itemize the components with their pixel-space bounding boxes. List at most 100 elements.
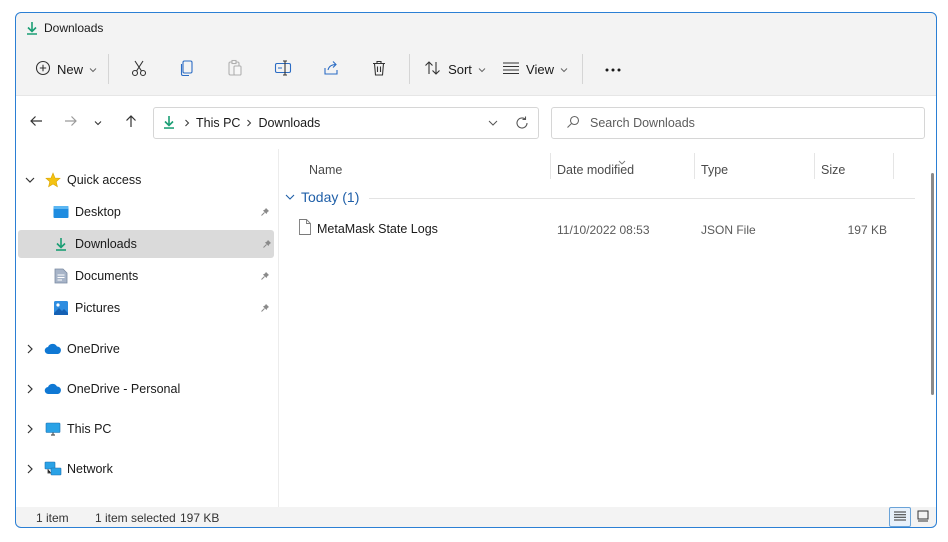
status-item-count: 1 item <box>36 511 69 525</box>
chevron-right-icon[interactable] <box>24 383 36 395</box>
file-name: MetaMask State Logs <box>317 222 438 236</box>
sidebar-item-onedrive-personal[interactable]: OneDrive - Personal <box>16 375 278 403</box>
chevron-right-icon[interactable] <box>24 343 36 355</box>
details-view-icon <box>894 510 906 524</box>
star-icon <box>44 171 62 189</box>
title-bar: Downloads <box>16 13 936 43</box>
column-header-type[interactable]: Type <box>701 163 728 177</box>
network-icon <box>44 460 62 478</box>
arrow-up-icon <box>124 114 138 131</box>
chevron-right-icon[interactable] <box>24 463 36 475</box>
sidebar-item-label: Documents <box>75 269 139 283</box>
new-button-label: New <box>56 61 83 77</box>
vertical-scrollbar[interactable] <box>931 173 934 395</box>
chevron-right-icon <box>246 119 252 127</box>
column-divider[interactable] <box>893 153 894 179</box>
sidebar-item-desktop[interactable]: Desktop <box>16 198 278 226</box>
breadcrumb-this-pc[interactable]: This PC <box>196 116 240 130</box>
sidebar-item-quick-access[interactable]: Quick access <box>16 166 278 194</box>
sidebar-item-documents[interactable]: Documents <box>16 262 278 290</box>
status-selected-count: 1 item selected <box>95 511 176 525</box>
address-history-button[interactable] <box>488 116 498 130</box>
column-header-name[interactable]: Name <box>309 163 342 177</box>
command-separator <box>409 54 410 84</box>
breadcrumb-downloads[interactable]: Downloads <box>258 116 320 130</box>
sidebar-item-label: OneDrive - Personal <box>67 382 181 396</box>
download-arrow-icon <box>52 235 70 253</box>
chevron-down-icon <box>488 116 498 130</box>
file-date-modified: 11/10/2022 08:53 <box>557 223 650 237</box>
address-bar[interactable]: This PC Downloads <box>153 107 539 139</box>
cut-button[interactable] <box>115 51 163 87</box>
rename-icon <box>274 59 292 80</box>
recent-locations-button[interactable] <box>88 107 108 137</box>
sidebar-item-label: Network <box>67 462 113 476</box>
file-type: JSON File <box>701 223 756 237</box>
sidebar-item-label: This PC <box>67 422 112 436</box>
download-arrow-icon <box>162 115 176 132</box>
share-button[interactable] <box>307 51 355 87</box>
sidebar-item-label: Pictures <box>75 301 121 315</box>
up-button[interactable] <box>117 107 145 137</box>
command-bar: New Sort View <box>16 43 936 95</box>
window-title: Downloads <box>44 21 104 35</box>
sidebar-item-network[interactable]: Network <box>16 455 278 483</box>
arrow-right-icon <box>64 114 78 131</box>
navigation-pane: Quick access Desktop Downloads Documents… <box>16 149 278 507</box>
column-divider[interactable] <box>550 153 551 179</box>
large-icons-view-button[interactable] <box>912 507 934 527</box>
desktop-folder-icon <box>52 203 70 221</box>
view-button[interactable]: View <box>494 51 576 87</box>
pin-icon[interactable] <box>262 238 272 252</box>
paste-icon <box>226 59 244 80</box>
sidebar-item-onedrive[interactable]: OneDrive <box>16 335 278 363</box>
sort-button[interactable]: Sort <box>416 51 494 87</box>
more-icon <box>604 62 622 76</box>
sidebar-item-label: Downloads <box>75 237 137 251</box>
column-divider[interactable] <box>694 153 695 179</box>
group-label: Today (1) <box>301 189 360 205</box>
picture-icon <box>52 299 70 317</box>
command-separator <box>108 54 109 84</box>
content-area: Quick access Desktop Downloads Documents… <box>16 149 936 507</box>
column-header-size[interactable]: Size <box>821 163 845 177</box>
sidebar-item-downloads[interactable]: Downloads <box>18 230 274 258</box>
chevron-down-icon <box>560 62 568 76</box>
cloud-icon <box>44 380 62 398</box>
forward-button[interactable] <box>57 107 85 137</box>
pin-icon[interactable] <box>260 270 270 284</box>
new-button[interactable]: New <box>30 51 102 87</box>
details-view-button[interactable] <box>889 507 911 527</box>
column-divider[interactable] <box>814 153 815 179</box>
add-circle-icon <box>35 60 51 79</box>
file-row[interactable]: MetaMask State Logs 11/10/2022 08:53 JSO… <box>295 215 895 241</box>
chevron-right-icon[interactable] <box>24 423 36 435</box>
back-button[interactable] <box>22 107 50 137</box>
chevron-down-icon <box>285 190 295 204</box>
sidebar-item-this-pc[interactable]: This PC <box>16 415 278 443</box>
more-options-button[interactable] <box>589 51 637 87</box>
sidebar-item-pictures[interactable]: Pictures <box>16 294 278 322</box>
copy-button[interactable] <box>163 51 211 87</box>
search-input[interactable] <box>590 116 890 130</box>
sidebar-item-label: Desktop <box>75 205 121 219</box>
column-header-date-modified[interactable]: Date modified <box>557 163 634 177</box>
rename-button[interactable] <box>259 51 307 87</box>
delete-button[interactable] <box>355 51 403 87</box>
monitor-icon <box>44 420 62 438</box>
sidebar-item-label: Quick access <box>67 173 142 187</box>
refresh-icon <box>514 116 530 134</box>
pin-icon[interactable] <box>260 206 270 220</box>
chevron-down-icon[interactable] <box>24 174 36 186</box>
file-list: Name Date modified Type Size Today (1) M… <box>279 149 936 507</box>
chevron-down-icon <box>89 62 97 76</box>
group-header-today[interactable]: Today (1) <box>285 189 915 205</box>
command-separator <box>582 54 583 84</box>
file-icon <box>299 219 311 238</box>
copy-icon <box>178 59 196 80</box>
refresh-button[interactable] <box>514 115 530 134</box>
pin-icon[interactable] <box>260 302 270 316</box>
paste-button[interactable] <box>211 51 259 87</box>
sidebar-item-label: OneDrive <box>67 342 120 356</box>
chevron-down-icon <box>478 62 486 76</box>
